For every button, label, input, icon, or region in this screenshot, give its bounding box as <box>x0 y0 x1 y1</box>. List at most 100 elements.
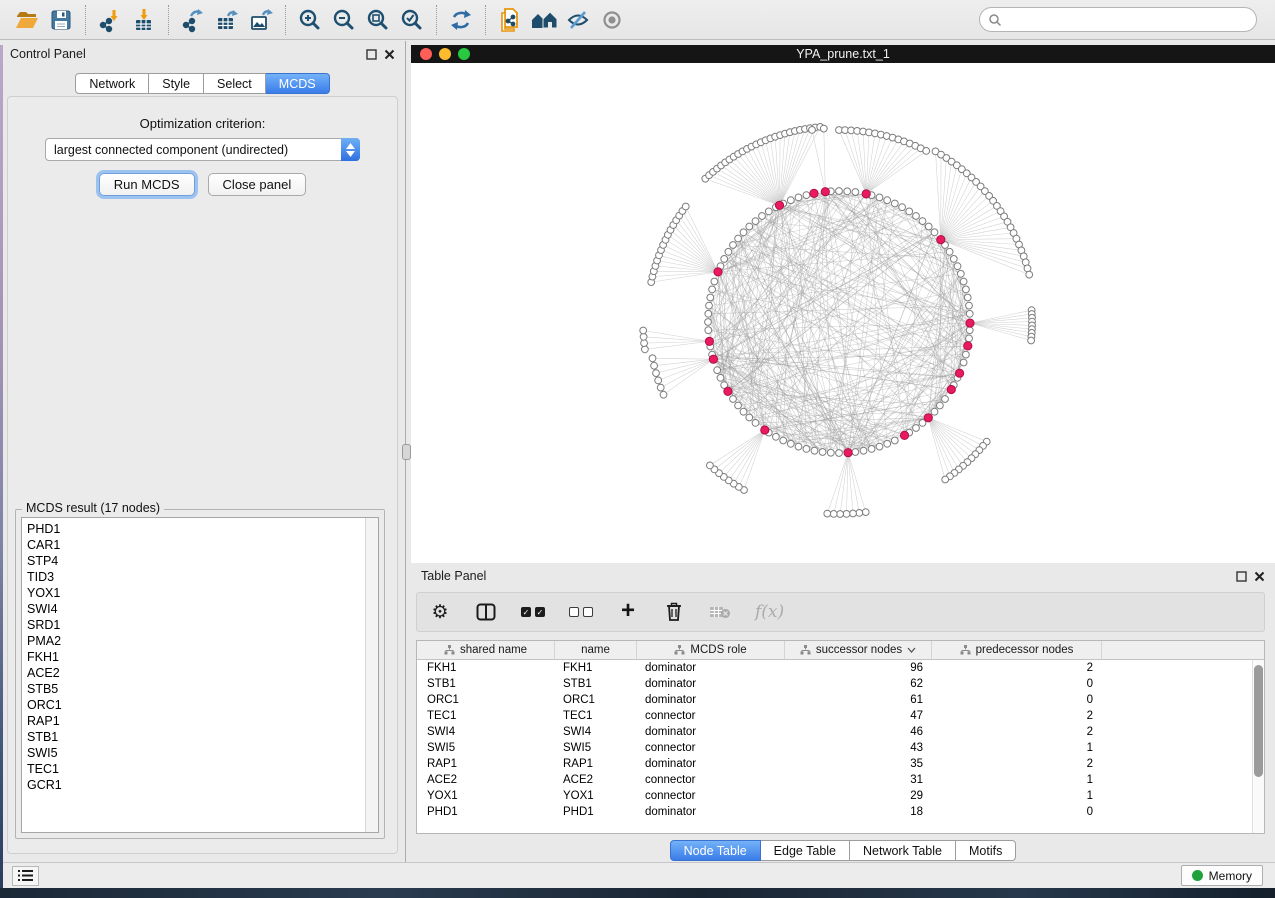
column-header-shared-name[interactable]: shared name <box>417 641 555 659</box>
table-row[interactable]: ACE2ACE2connector311 <box>417 772 1264 788</box>
export-network-button[interactable] <box>176 4 210 36</box>
task-history-button[interactable] <box>12 866 39 886</box>
add-column-button[interactable]: + <box>617 599 639 625</box>
tab-node-table[interactable]: Node Table <box>670 840 761 861</box>
mcds-result-item[interactable]: STB5 <box>22 681 378 697</box>
tab-motifs[interactable]: Motifs <box>956 840 1016 861</box>
control-panel-title: Control Panel <box>10 47 86 61</box>
close-panel-icon[interactable] <box>384 49 395 60</box>
optimization-criterion-select[interactable]: largest connected component (undirected) <box>45 138 360 161</box>
mcds-result-item[interactable]: TEC1 <box>22 761 378 777</box>
tab-style[interactable]: Style <box>149 73 204 94</box>
table-row[interactable]: ORC1ORC1dominator610 <box>417 692 1264 708</box>
cell-shared_name: SWI4 <box>417 724 555 740</box>
close-panel-icon[interactable] <box>1254 571 1265 582</box>
table-row[interactable]: SWI5SWI5connector431 <box>417 740 1264 756</box>
mcds-result-item[interactable]: SWI4 <box>22 601 378 617</box>
close-panel-button[interactable]: Close panel <box>208 173 307 196</box>
tab-network-table[interactable]: Network Table <box>850 840 956 861</box>
delete-table-icon <box>709 605 731 619</box>
tab-mcds[interactable]: MCDS <box>266 73 330 94</box>
desktop-wallpaper-edge <box>0 45 3 888</box>
share-network-document-button[interactable] <box>493 4 527 36</box>
mcds-result-item[interactable]: ACE2 <box>22 665 378 681</box>
mcds-result-item[interactable]: STP4 <box>22 553 378 569</box>
network-canvas[interactable] <box>411 63 1275 563</box>
cell-successor_nodes: 43 <box>785 740 932 756</box>
tab-edge-table[interactable]: Edge Table <box>761 840 850 861</box>
share-document-icon <box>497 7 523 33</box>
select-all-button[interactable]: ✓ ✓ <box>521 599 545 625</box>
deselect-all-button[interactable] <box>569 599 593 625</box>
column-header-successor-nodes[interactable]: successor nodes <box>785 641 932 659</box>
table-row[interactable]: TEC1TEC1connector472 <box>417 708 1264 724</box>
import-network-button[interactable] <box>93 4 127 36</box>
mcds-result-item[interactable]: TID3 <box>22 569 378 585</box>
search-input[interactable] <box>1007 13 1248 27</box>
refresh-layout-button[interactable] <box>444 4 478 36</box>
table-panel-title: Table Panel <box>421 569 486 583</box>
column-header-name[interactable]: name <box>555 641 637 659</box>
column-header-MCDS-role[interactable]: MCDS role <box>637 641 785 659</box>
mcds-result-item[interactable]: RAP1 <box>22 713 378 729</box>
mcds-result-item[interactable]: YOX1 <box>22 585 378 601</box>
splitter-handle-icon[interactable] <box>402 444 411 460</box>
cell-mcds_role: connector <box>637 740 785 756</box>
cell-name: ACE2 <box>555 772 637 788</box>
zoom-selected-button[interactable] <box>395 4 429 36</box>
mcds-result-item[interactable]: SRD1 <box>22 617 378 633</box>
zoom-fit-button[interactable] <box>361 4 395 36</box>
function-builder-button[interactable]: f(x) <box>755 599 784 625</box>
control-panel-tabs: Network Style Select MCDS <box>0 73 405 94</box>
zoom-in-button[interactable] <box>293 4 327 36</box>
save-session-button[interactable] <box>44 4 78 36</box>
table-toolbar: ⚙ ✓ ✓ + <box>416 592 1265 632</box>
mcds-result-item[interactable]: SWI5 <box>22 745 378 761</box>
export-table-button[interactable] <box>210 4 244 36</box>
table-row[interactable]: STB1STB1dominator620 <box>417 676 1264 692</box>
import-network-icon <box>97 7 123 33</box>
delete-column-button[interactable] <box>663 599 685 625</box>
table-scrollbar-thumb[interactable] <box>1254 665 1263 777</box>
cell-mcds_role: dominator <box>637 756 785 772</box>
mcds-result-item[interactable]: PHD1 <box>22 521 378 537</box>
tab-select[interactable]: Select <box>204 73 266 94</box>
column-header-predecessor-nodes[interactable]: predecessor nodes <box>932 641 1102 659</box>
network-graph[interactable] <box>411 63 1275 563</box>
table-row[interactable]: PHD1PHD1dominator180 <box>417 804 1264 820</box>
column-layout-button[interactable] <box>475 599 497 625</box>
mcds-result-item[interactable]: FKH1 <box>22 649 378 665</box>
mcds-result-item[interactable]: PMA2 <box>22 633 378 649</box>
checked-checkbox-icon: ✓ <box>535 607 545 617</box>
mcds-result-list[interactable]: PHD1CAR1STP4TID3YOX1SWI4SRD1PMA2FKH1ACE2… <box>21 517 379 833</box>
show-details-button[interactable] <box>595 4 629 36</box>
search-box[interactable] <box>979 7 1257 32</box>
open-file-button[interactable] <box>10 4 44 36</box>
mcds-result-item[interactable]: STB1 <box>22 729 378 745</box>
cell-successor_nodes: 96 <box>785 660 932 676</box>
cell-mcds_role: dominator <box>637 692 785 708</box>
float-panel-icon[interactable] <box>366 49 377 60</box>
table-row[interactable]: RAP1RAP1dominator352 <box>417 756 1264 772</box>
hide-details-button[interactable] <box>561 4 595 36</box>
home-networks-button[interactable] <box>527 4 561 36</box>
table-row[interactable]: FKH1FKH1dominator962 <box>417 660 1264 676</box>
import-table-button[interactable] <box>127 4 161 36</box>
memory-button[interactable]: Memory <box>1181 865 1263 886</box>
float-panel-icon[interactable] <box>1236 571 1247 582</box>
delete-table-button[interactable] <box>709 599 731 625</box>
zoom-out-button[interactable] <box>327 4 361 36</box>
cell-successor_nodes: 35 <box>785 756 932 772</box>
result-list-scrollbar[interactable] <box>365 518 378 832</box>
export-image-button[interactable] <box>244 4 278 36</box>
mcds-result-item[interactable]: ORC1 <box>22 697 378 713</box>
mcds-result-item[interactable]: GCR1 <box>22 777 378 793</box>
mcds-result-item[interactable]: CAR1 <box>22 537 378 553</box>
table-row[interactable]: SWI4SWI4dominator462 <box>417 724 1264 740</box>
table-row[interactable]: YOX1YOX1connector291 <box>417 788 1264 804</box>
settings-gear-button[interactable]: ⚙ <box>429 599 451 625</box>
tab-network[interactable]: Network <box>75 73 149 94</box>
table-scrollbar[interactable] <box>1252 660 1264 833</box>
network-window-titlebar[interactable]: YPA_prune.txt_1 <box>411 45 1275 63</box>
run-mcds-button[interactable]: Run MCDS <box>99 173 195 196</box>
